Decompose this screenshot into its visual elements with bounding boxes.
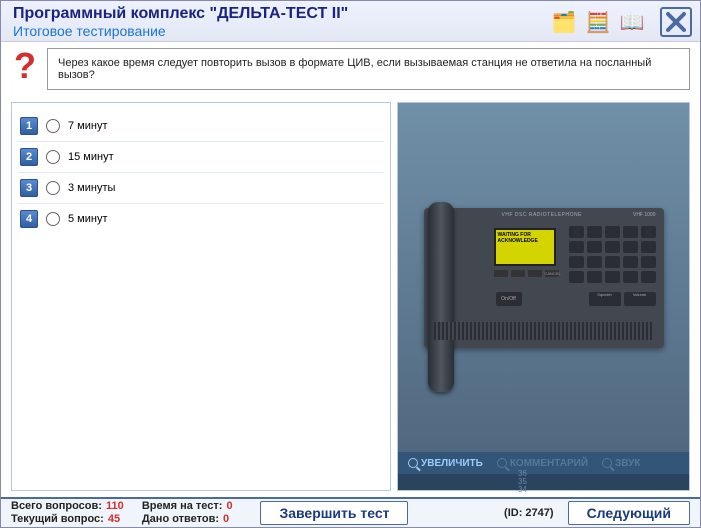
comment-button[interactable]: КОММЕНТАРИЙ bbox=[491, 456, 594, 471]
close-icon bbox=[665, 11, 687, 33]
answer-text: 7 минут bbox=[68, 120, 108, 132]
finish-test-button[interactable]: Завершить тест bbox=[260, 501, 408, 525]
next-button[interactable]: Следующий bbox=[568, 501, 690, 525]
device-illustration: VHF DSC RADIOTELEPHONE VHF 1000 WAITING … bbox=[424, 208, 664, 348]
answer-text: 3 минуты bbox=[68, 182, 115, 194]
device-lcd: WAITING FOR ACKNOWLEDGE bbox=[494, 228, 556, 266]
radio-button[interactable] bbox=[46, 212, 60, 226]
current-label: Текущий вопрос: bbox=[11, 513, 104, 526]
question-id: (ID: 2747) bbox=[504, 507, 554, 519]
question-bar: ? Через какое время следует повторить вы… bbox=[1, 42, 700, 96]
footer: Всего вопросов: 110 Текущий вопрос: 45 В… bbox=[1, 497, 700, 527]
answer-badge: 1 bbox=[20, 117, 38, 135]
device-keypad bbox=[569, 226, 656, 283]
sound-button[interactable]: ЗВУК bbox=[596, 456, 646, 471]
magnify-icon bbox=[408, 458, 418, 468]
answers-panel: 1 7 минут 2 15 минут 3 3 минуты 4 5 мину… bbox=[11, 102, 391, 491]
comment-label: КОММЕНТАРИЙ bbox=[510, 458, 588, 469]
device-speaker bbox=[434, 322, 654, 340]
answer-row-3[interactable]: 3 3 минуты bbox=[18, 173, 384, 204]
squelch-label: Squelch bbox=[589, 292, 621, 306]
lcd-line2: ACKNOWLEDGE bbox=[498, 238, 538, 244]
lcd-buttons: CANCEL bbox=[494, 270, 559, 277]
image-holder: VHF DSC RADIOTELEPHONE VHF 1000 WAITING … bbox=[398, 103, 689, 452]
magnify-icon bbox=[602, 458, 612, 468]
answer-row-1[interactable]: 1 7 минут bbox=[18, 111, 384, 142]
zoom-label: УВЕЛИЧИТЬ bbox=[421, 458, 483, 469]
calculator-icon[interactable]: 🧮 bbox=[584, 9, 612, 35]
device-model: VHF 1000 bbox=[633, 212, 656, 218]
main-area: 1 7 минут 2 15 минут 3 3 минуты 4 5 мину… bbox=[1, 96, 700, 497]
radio-button[interactable] bbox=[46, 150, 60, 164]
answer-row-4[interactable]: 4 5 минут bbox=[18, 204, 384, 234]
titlebar: Программный комплекс "ДЕЛЬТА-ТЕСТ II" Ит… bbox=[1, 1, 700, 42]
answer-text: 15 минут bbox=[68, 151, 114, 163]
device-onoff: On/Off bbox=[496, 292, 522, 306]
app-window: Программный комплекс "ДЕЛЬТА-ТЕСТ II" Ит… bbox=[0, 0, 701, 528]
time-value: 0 bbox=[226, 500, 246, 513]
sound-label: ЗВУК bbox=[615, 458, 640, 469]
app-title: Программный комплекс "ДЕЛЬТА-ТЕСТ II" bbox=[13, 5, 550, 23]
ruler-tick: 34 bbox=[518, 486, 527, 494]
image-panel: VHF DSC RADIOTELEPHONE VHF 1000 WAITING … bbox=[397, 102, 690, 491]
volume-label: Volume bbox=[624, 292, 656, 306]
magnify-icon bbox=[497, 458, 507, 468]
answer-badge: 3 bbox=[20, 179, 38, 197]
radio-button[interactable] bbox=[46, 181, 60, 195]
answer-badge: 4 bbox=[20, 210, 38, 228]
image-ruler: 36 35 34 bbox=[398, 474, 689, 490]
image-toolbar: УВЕЛИЧИТЬ КОММЕНТАРИЙ ЗВУК bbox=[398, 452, 689, 474]
device-side-buttons: Squelch Volume bbox=[589, 292, 656, 306]
app-subtitle: Итоговое тестирование bbox=[13, 23, 550, 39]
given-value: 0 bbox=[223, 513, 243, 526]
question-mark-icon: ? bbox=[11, 48, 39, 90]
device-label: VHF DSC RADIOTELEPHONE bbox=[502, 212, 582, 218]
given-label: Дано ответов: bbox=[142, 513, 219, 526]
lcd-cancel: CANCEL bbox=[545, 270, 559, 277]
time-label: Время на тест: bbox=[142, 500, 223, 513]
total-label: Всего вопросов: bbox=[11, 500, 102, 513]
answer-badge: 2 bbox=[20, 148, 38, 166]
current-value: 45 bbox=[108, 513, 128, 526]
close-button[interactable] bbox=[660, 7, 692, 37]
cards-icon[interactable]: 🗂️ bbox=[550, 9, 578, 35]
answer-row-2[interactable]: 2 15 минут bbox=[18, 142, 384, 173]
zoom-button[interactable]: УВЕЛИЧИТЬ bbox=[402, 456, 489, 471]
answer-text: 5 минут bbox=[68, 213, 108, 225]
total-value: 110 bbox=[106, 500, 126, 513]
handset bbox=[428, 202, 454, 392]
question-text: Через какое время следует повторить вызо… bbox=[47, 48, 690, 90]
help-book-icon[interactable]: 📖 bbox=[618, 9, 646, 35]
radio-button[interactable] bbox=[46, 119, 60, 133]
